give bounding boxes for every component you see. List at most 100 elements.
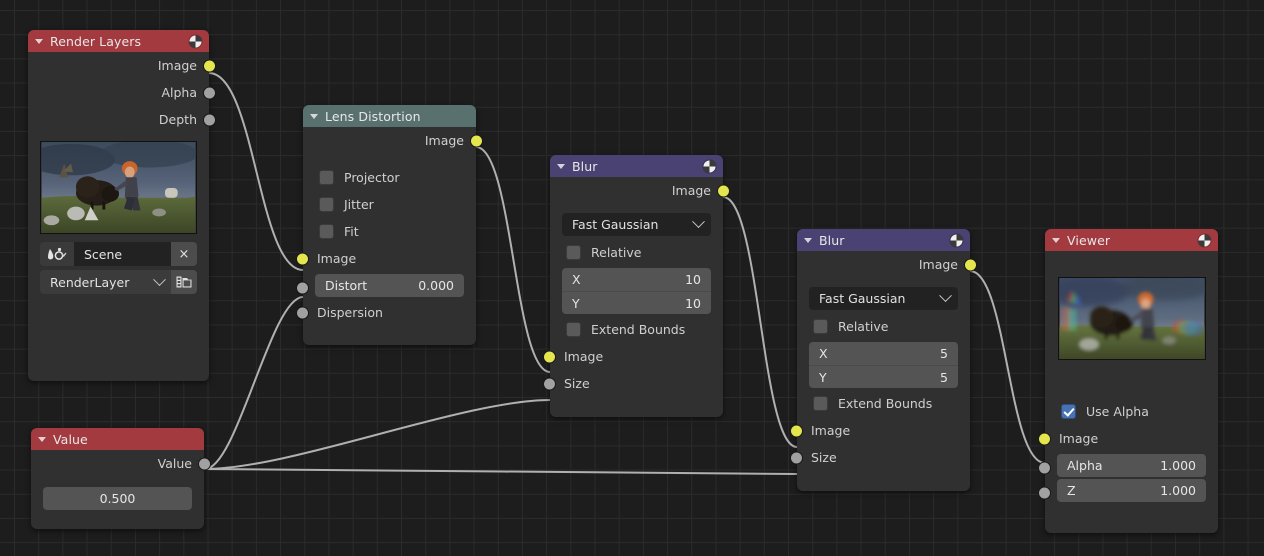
socket-input-size[interactable] xyxy=(790,451,803,464)
socket-input-distort[interactable] xyxy=(296,281,309,295)
triangle-down-icon[interactable] xyxy=(557,163,565,169)
node-header-value[interactable]: Value xyxy=(31,428,204,450)
checkbox-relative[interactable] xyxy=(566,245,581,260)
checkbox-extend-bounds[interactable] xyxy=(566,322,581,337)
distort-field[interactable]: Distort 0.000 xyxy=(315,274,464,297)
input-row-image[interactable]: Image xyxy=(790,417,970,444)
socket-input-image[interactable] xyxy=(543,350,556,363)
blur-size-fields[interactable]: X 5 Y 5 xyxy=(809,342,958,388)
blur-size-x-field[interactable]: X 5 xyxy=(809,342,958,365)
scene-name-field[interactable]: Scene xyxy=(74,242,171,266)
triangle-down-icon[interactable] xyxy=(1052,237,1060,243)
z-field[interactable]: Z 1.000 xyxy=(1057,479,1206,502)
checkbox-relative[interactable] xyxy=(813,319,828,334)
sphere-quadrant-icon[interactable] xyxy=(188,33,203,49)
socket-output-image[interactable] xyxy=(964,258,977,271)
node-header-lens-distortion[interactable]: Lens Distortion xyxy=(303,105,476,127)
link-blur2-image-to-viewer-image xyxy=(969,270,1046,464)
checkbox-label: Projector xyxy=(344,170,400,185)
output-row-depth[interactable]: Depth xyxy=(28,106,216,133)
socket-output-image[interactable] xyxy=(717,184,730,197)
socket-input-z[interactable] xyxy=(1038,486,1051,500)
node-blur-2[interactable]: Blur Image Fast Gaussian Relative X 5 Y … xyxy=(790,229,977,491)
input-row-dispersion[interactable]: Dispersion xyxy=(296,299,476,326)
triangle-down-icon[interactable] xyxy=(804,237,812,243)
sphere-quadrant-icon[interactable] xyxy=(702,158,717,174)
socket-input-size[interactable] xyxy=(543,377,556,390)
checkbox-extend-bounds[interactable] xyxy=(813,396,828,411)
node-title: Lens Distortion xyxy=(325,108,421,124)
input-row-size[interactable]: Size xyxy=(543,370,723,397)
output-row-alpha[interactable]: Alpha xyxy=(28,79,216,106)
node-header-blur-1[interactable]: Blur xyxy=(550,155,723,177)
triangle-down-icon[interactable] xyxy=(35,38,43,44)
checkbox-row-relative[interactable]: Relative xyxy=(550,239,723,266)
node-header-blur-2[interactable]: Blur xyxy=(797,229,970,251)
render-layer-dropdown[interactable]: RenderLayer xyxy=(40,270,171,294)
checkbox-fit[interactable] xyxy=(319,224,334,239)
socket-output-image[interactable] xyxy=(203,59,216,72)
blur-filter-type-dropdown[interactable]: Fast Gaussian xyxy=(562,213,711,236)
clear-scene-button[interactable]: × xyxy=(171,242,197,266)
value-field[interactable]: 0.500 xyxy=(43,487,192,510)
input-row-z[interactable]: Z 1.000 xyxy=(1038,479,1218,502)
output-row-image[interactable]: Image xyxy=(303,127,483,154)
node-render-layers[interactable]: Render Layers Image Alpha Depth Scene × … xyxy=(28,30,216,381)
input-row-alpha[interactable]: Alpha 1.000 xyxy=(1038,454,1218,477)
input-row-size[interactable]: Size xyxy=(790,444,970,471)
output-row-image[interactable]: Image xyxy=(550,177,730,204)
checkbox-row-projector[interactable]: Projector xyxy=(303,164,476,191)
triangle-down-icon[interactable] xyxy=(38,436,46,442)
checkbox-row-use-alpha[interactable]: Use Alpha xyxy=(1045,398,1218,425)
render-layer-row[interactable]: RenderLayer xyxy=(40,270,197,294)
output-row-image[interactable]: Image xyxy=(28,52,216,79)
checkbox-row-extend-bounds[interactable]: Extend Bounds xyxy=(797,390,970,417)
sphere-quadrant-icon[interactable] xyxy=(949,232,964,248)
blur-filter-type-dropdown[interactable]: Fast Gaussian xyxy=(809,287,958,310)
node-value[interactable]: Value Value 0.500 xyxy=(31,428,211,529)
blur-size-x-field[interactable]: X 10 xyxy=(562,268,711,291)
scene-browse-icon[interactable] xyxy=(40,242,74,266)
checkbox-row-relative[interactable]: Relative xyxy=(797,313,970,340)
node-lens-distortion[interactable]: Lens Distortion Image Projector Jitter F… xyxy=(296,105,483,345)
blur-size-fields[interactable]: X 10 Y 10 xyxy=(562,268,711,314)
checkbox-label: Relative xyxy=(591,245,642,260)
scene-picker-row[interactable]: Scene × xyxy=(40,242,197,266)
checkbox-jitter[interactable] xyxy=(319,197,334,212)
input-row-image[interactable]: Image xyxy=(543,343,723,370)
socket-output-value[interactable] xyxy=(198,457,211,470)
blur-size-y-field[interactable]: Y 10 xyxy=(562,291,711,314)
node-header-viewer[interactable]: Viewer xyxy=(1045,229,1218,251)
sphere-quadrant-icon[interactable] xyxy=(1197,232,1212,248)
field-label: X xyxy=(819,346,828,361)
input-row-image[interactable]: Image xyxy=(1038,425,1218,452)
node-blur-1[interactable]: Blur Image Fast Gaussian Relative X 10 Y… xyxy=(543,155,730,417)
socket-input-image[interactable] xyxy=(296,252,309,265)
checkbox-row-fit[interactable]: Fit xyxy=(303,218,476,245)
socket-output-image[interactable] xyxy=(470,134,483,147)
socket-input-alpha[interactable] xyxy=(1038,461,1051,475)
render-layer-browse-icon[interactable] xyxy=(171,270,197,294)
input-row-image[interactable]: Image xyxy=(296,245,476,272)
socket-output-depth[interactable] xyxy=(203,113,216,126)
checkbox-row-extend-bounds[interactable]: Extend Bounds xyxy=(550,316,723,343)
socket-input-image[interactable] xyxy=(1038,432,1051,445)
checkbox-label: Extend Bounds xyxy=(838,396,933,411)
node-header-render-layers[interactable]: Render Layers xyxy=(28,30,209,52)
output-row-image[interactable]: Image xyxy=(797,251,977,278)
blur-size-y-field[interactable]: Y 5 xyxy=(809,365,958,388)
checkbox-use-alpha[interactable] xyxy=(1061,404,1076,419)
triangle-down-icon[interactable] xyxy=(310,113,318,119)
checkbox-projector[interactable] xyxy=(319,170,334,185)
input-row-distort[interactable]: Distort 0.000 xyxy=(296,274,476,297)
socket-input-image[interactable] xyxy=(790,424,803,437)
checkbox-label: Fit xyxy=(344,224,359,239)
output-row-value[interactable]: Value xyxy=(31,450,211,477)
node-title: Blur xyxy=(572,158,598,174)
socket-output-alpha[interactable] xyxy=(203,86,216,99)
node-viewer[interactable]: Viewer Use Alpha Image Alpha 1.000 Z 1.0… xyxy=(1038,229,1218,533)
socket-input-dispersion[interactable] xyxy=(296,306,309,319)
node-editor-canvas[interactable]: Render Layers Image Alpha Depth Scene × … xyxy=(0,0,1264,556)
alpha-field[interactable]: Alpha 1.000 xyxy=(1057,454,1206,477)
checkbox-row-jitter[interactable]: Jitter xyxy=(303,191,476,218)
